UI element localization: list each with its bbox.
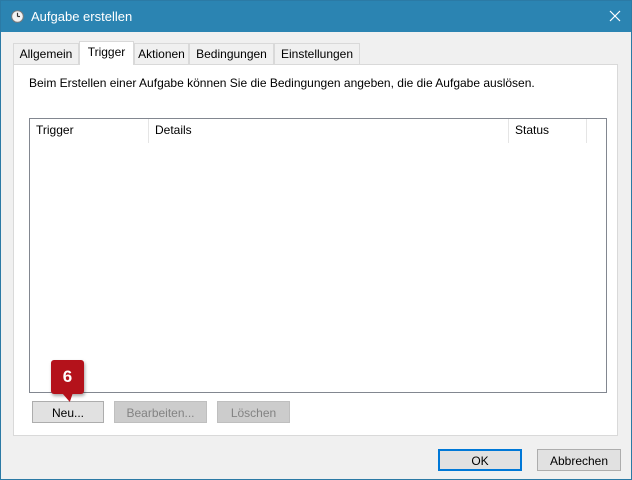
cancel-button[interactable]: Abbrechen — [537, 449, 621, 471]
close-icon — [609, 10, 621, 22]
column-header-details[interactable]: Details — [149, 119, 509, 143]
trigger-description: Beim Erstellen einer Aufgabe können Sie … — [29, 76, 535, 90]
trigger-list[interactable]: Trigger Details Status — [29, 118, 607, 393]
edit-trigger-button[interactable]: Bearbeiten... — [114, 401, 207, 423]
trigger-tab-panel: Beim Erstellen einer Aufgabe können Sie … — [13, 64, 618, 436]
new-trigger-button[interactable]: Neu... — [32, 401, 104, 423]
ok-button[interactable]: OK — [438, 449, 522, 471]
column-header-trigger[interactable]: Trigger — [30, 119, 149, 143]
title-bar[interactable]: Aufgabe erstellen — [1, 1, 631, 32]
column-header-status[interactable]: Status — [509, 119, 587, 143]
tab-trigger[interactable]: Trigger — [79, 41, 134, 65]
tab-bedingungen[interactable]: Bedingungen — [189, 43, 274, 64]
delete-trigger-button[interactable]: Löschen — [217, 401, 290, 423]
tab-aktionen[interactable]: Aktionen — [134, 43, 189, 64]
close-button[interactable] — [599, 1, 631, 32]
window-title: Aufgabe erstellen — [31, 9, 133, 24]
tab-allgemein[interactable]: Allgemein — [13, 43, 79, 64]
tab-einstellungen[interactable]: Einstellungen — [274, 43, 360, 64]
trigger-list-header: Trigger Details Status — [30, 119, 606, 143]
clock-icon — [11, 10, 24, 23]
step-number-badge: 6 — [51, 360, 84, 394]
create-task-dialog: Aufgabe erstellen Allgemein Trigger Akti… — [0, 0, 632, 480]
